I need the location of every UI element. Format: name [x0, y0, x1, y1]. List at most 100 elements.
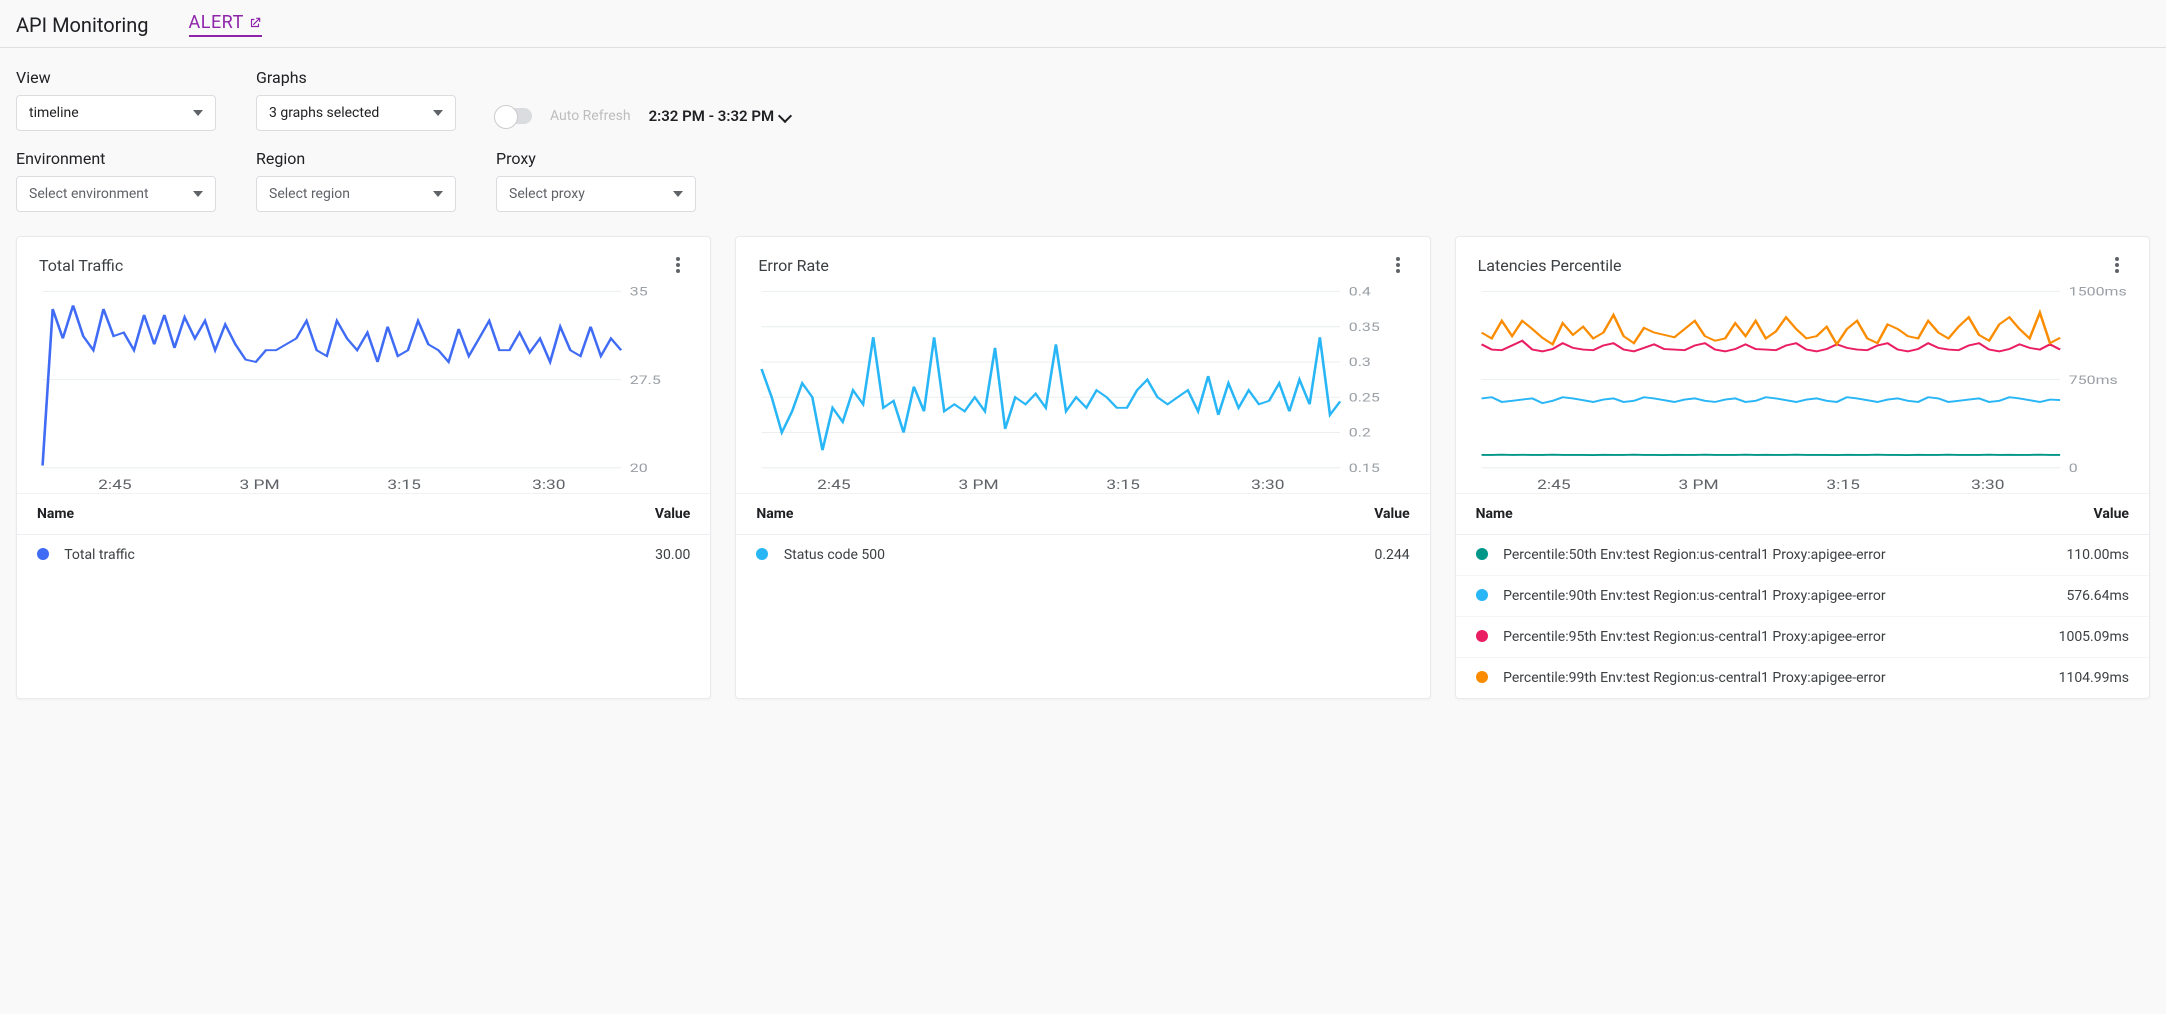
- y-tick-label: 0.3: [1349, 356, 1371, 369]
- series-line: [1481, 397, 2060, 403]
- legend-swatch: [1476, 671, 1488, 683]
- card-header: Latencies Percentile: [1456, 237, 2149, 283]
- chart-card: Total Traffic 2027.5352:453 PM3:153:30 N…: [16, 236, 711, 699]
- card-title: Error Rate: [758, 256, 829, 275]
- legend-name-cell: Total traffic: [17, 535, 465, 576]
- legend-swatch: [1476, 548, 1488, 560]
- chevron-down-icon: [780, 111, 790, 121]
- chart-svg: 2027.5352:453 PM3:153:30: [31, 283, 696, 493]
- cards-grid: Total Traffic 20 27.5 35 2:45 3 PM 3:15 3:30 N…: [0, 236, 2166, 723]
- region-label: Region: [256, 149, 456, 168]
- y-tick-label: 35: [630, 286, 648, 299]
- graphs-select[interactable]: 3 graphs selected: [256, 95, 456, 131]
- table-row: Percentile:50th Env:test Region:us-centr…: [1456, 535, 2149, 576]
- legend-name-cell: Percentile:90th Env:test Region:us-centr…: [1456, 576, 2013, 617]
- series-line: [762, 337, 1341, 450]
- legend-value-cell: 0.244: [1215, 535, 1429, 576]
- chart-area: 0 750ms 1500ms 2:45 3 PM 3:15 3:30: [1456, 283, 2149, 493]
- legend-header-value: Value: [2012, 494, 2149, 535]
- x-tick-label: 3 PM: [239, 477, 279, 492]
- chart-card: Latencies Percentile 0 750ms 1500ms 2:45 3 P…: [1455, 236, 2150, 699]
- legend-header-value: Value: [1215, 494, 1429, 535]
- legend-scroll: Name Value Status code 500 0.244: [736, 494, 1429, 575]
- card-title: Total Traffic: [39, 256, 123, 275]
- legend-header-name: Name: [1456, 494, 2013, 535]
- topbar: API Monitoring ALERT: [0, 0, 2166, 48]
- legend-name: Status code 500: [784, 547, 885, 563]
- legend-value-cell: 110.00ms: [2012, 535, 2149, 576]
- card-menu-button[interactable]: [668, 255, 688, 275]
- graphs-select-value: 3 graphs selected: [269, 105, 379, 121]
- controls: View timeline Graphs 3 graphs selected A…: [0, 48, 2166, 236]
- legend-table: Name Value Percentile:50th Env:test Regi…: [1456, 494, 2149, 698]
- legend-swatch: [1476, 589, 1488, 601]
- view-label: View: [16, 68, 216, 87]
- series-line: [43, 305, 622, 465]
- x-tick-label: 3 PM: [959, 477, 999, 492]
- legend-name-cell: Percentile:99th Env:test Region:us-centr…: [1456, 658, 2013, 699]
- environment-select-placeholder: Select environment: [29, 186, 149, 202]
- legend-header-value: Value: [465, 494, 710, 535]
- chart-area: 0.150.20.250.30.350.42:453 PM3:153:30: [736, 283, 1429, 493]
- card-legend: Name Value Status code 500 0.244: [736, 493, 1429, 575]
- table-row: Percentile:95th Env:test Region:us-centr…: [1456, 617, 2149, 658]
- x-tick-label: 3:30: [1971, 477, 2004, 492]
- x-tick-label: 2:45: [1537, 477, 1570, 492]
- card-title: Latencies Percentile: [1478, 256, 1622, 275]
- x-tick-label: 2:45: [817, 477, 850, 492]
- y-tick-label: 750ms: [2068, 374, 2117, 387]
- alert-link-label: ALERT: [189, 12, 244, 33]
- region-select[interactable]: Select region: [256, 176, 456, 212]
- region-select-placeholder: Select region: [269, 186, 350, 202]
- series-line: [1481, 313, 2060, 345]
- y-tick-label: 0.4: [1349, 286, 1371, 299]
- legend-name-cell: Percentile:50th Env:test Region:us-centr…: [1456, 535, 2013, 576]
- auto-refresh-toggle[interactable]: [496, 108, 532, 124]
- view-select-value: timeline: [29, 105, 79, 121]
- table-row: Percentile:90th Env:test Region:us-centr…: [1456, 576, 2149, 617]
- legend-value-cell: 1005.09ms: [2012, 617, 2149, 658]
- x-tick-label: 3 PM: [1678, 477, 1718, 492]
- legend-header-name: Name: [17, 494, 465, 535]
- chart-card: Error Rate 0.150.20.250.30.350.42:453 PM…: [735, 236, 1430, 699]
- y-tick-label: 20: [630, 462, 648, 475]
- table-row: Total traffic 30.00: [17, 535, 710, 576]
- proxy-select[interactable]: Select proxy: [496, 176, 696, 212]
- view-select[interactable]: timeline: [16, 95, 216, 131]
- x-tick-label: 3:30: [1251, 477, 1284, 492]
- graphs-label: Graphs: [256, 68, 456, 87]
- legend-value-cell: 576.64ms: [2012, 576, 2149, 617]
- card-menu-button[interactable]: [2107, 255, 2127, 275]
- chart-svg: 0 750ms 1500ms 2:45 3 PM 3:15 3:30: [1470, 283, 2135, 493]
- y-tick-label: 27.5: [630, 374, 661, 387]
- card-legend: Name Value Percentile:50th Env:test Regi…: [1456, 493, 2149, 698]
- card-legend: Name Value Total traffic 30.00: [17, 493, 710, 575]
- legend-swatch: [756, 548, 768, 560]
- y-tick-label: 0.35: [1349, 321, 1380, 334]
- time-range-value: 2:32 PM - 3:32 PM: [649, 107, 775, 125]
- x-tick-label: 3:15: [1826, 477, 1859, 492]
- chart-svg: 0.150.20.250.30.350.42:453 PM3:153:30: [750, 283, 1415, 493]
- proxy-select-placeholder: Select proxy: [509, 186, 585, 202]
- legend-name: Percentile:95th Env:test Region:us-centr…: [1503, 629, 1885, 645]
- legend-table: Name Value Total traffic 30.00: [17, 494, 710, 575]
- table-row: Percentile:99th Env:test Region:us-centr…: [1456, 658, 2149, 699]
- legend-header-name: Name: [736, 494, 1215, 535]
- alert-link[interactable]: ALERT: [189, 12, 262, 37]
- legend-table: Name Value Status code 500 0.244: [736, 494, 1429, 575]
- chart-area: 2027.5352:453 PM3:153:30: [17, 283, 710, 493]
- time-range-picker[interactable]: 2:32 PM - 3:32 PM: [649, 107, 791, 125]
- proxy-label: Proxy: [496, 149, 696, 168]
- y-tick-label: 0: [2068, 462, 2077, 475]
- card-header: Total Traffic: [17, 237, 710, 283]
- environment-select[interactable]: Select environment: [16, 176, 216, 212]
- card-menu-button[interactable]: [1388, 255, 1408, 275]
- table-row: Status code 500 0.244: [736, 535, 1429, 576]
- y-tick-label: 1500ms: [2068, 286, 2126, 299]
- x-tick-label: 2:45: [98, 477, 131, 492]
- y-tick-label: 0.25: [1349, 391, 1380, 404]
- x-tick-label: 3:15: [387, 477, 420, 492]
- legend-scroll[interactable]: Name Value Percentile:50th Env:test Regi…: [1456, 494, 2149, 698]
- legend-value-cell: 30.00: [465, 535, 710, 576]
- legend-name: Total traffic: [64, 547, 135, 563]
